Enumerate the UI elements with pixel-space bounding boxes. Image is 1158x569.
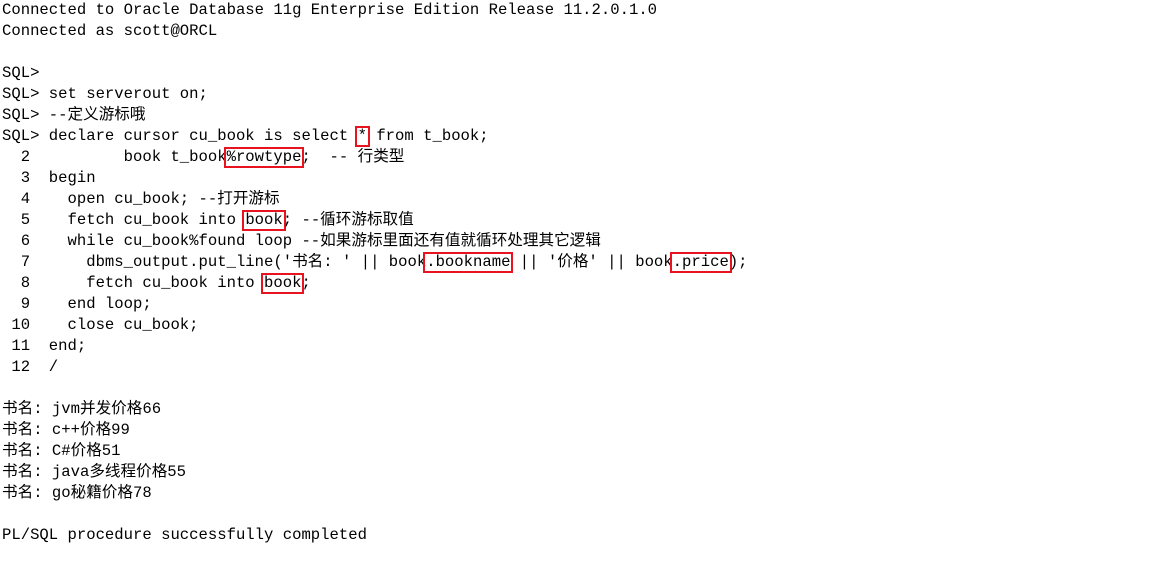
code-text: ; --循环游标取值 <box>282 211 414 229</box>
code-text: ); <box>728 253 748 271</box>
highlight-box: book <box>261 273 305 294</box>
sql-terminal-output: Connected to Oracle Database 11g Enterpr… <box>0 0 1158 569</box>
terminal-line: 5 fetch cu_book into book; --循环游标取值 <box>2 210 414 231</box>
code-text: SQL> declare cursor cu_book is select <box>2 127 358 145</box>
terminal-line: 11 end; <box>2 337 87 355</box>
output-line: 书名: C#价格51 <box>2 442 121 460</box>
terminal-line: 9 end loop; <box>2 295 152 313</box>
terminal-line: 6 while cu_book%found loop --如果游标里面还有值就循… <box>2 232 601 250</box>
highlight-box: book <box>242 210 286 231</box>
terminal-line: 2 book t_book%rowtype; -- 行类型 <box>2 147 404 168</box>
code-text: from t_book; <box>366 127 489 145</box>
terminal-line: SQL> <box>2 64 40 82</box>
completion-message: PL/SQL procedure successfully completed <box>2 526 367 544</box>
terminal-line: SQL> --定义游标哦 <box>2 106 146 124</box>
highlight-box: %rowtype <box>223 147 305 168</box>
code-text: ; <box>301 274 311 292</box>
terminal-line: SQL> declare cursor cu_book is select * … <box>2 126 489 147</box>
terminal-line: Connected to Oracle Database 11g Enterpr… <box>2 1 658 19</box>
code-text: 8 fetch cu_book into <box>2 274 265 292</box>
terminal-line: Connected as scott@ORCL <box>2 22 218 40</box>
code-text: ; -- 行类型 <box>301 148 405 166</box>
terminal-line: 10 close cu_book; <box>2 316 199 334</box>
output-line: 书名: c++价格99 <box>2 421 130 439</box>
terminal-line: 7 dbms_output.put_line('书名: ' || book.bo… <box>2 252 748 273</box>
output-line: 书名: jvm并发价格66 <box>2 400 162 418</box>
terminal-line: 4 open cu_book; --打开游标 <box>2 190 280 208</box>
highlight-box: .bookname <box>423 252 514 273</box>
terminal-line: 8 fetch cu_book into book; <box>2 273 311 294</box>
output-line: 书名: java多线程价格55 <box>2 463 187 481</box>
highlight-box: .price <box>669 252 732 273</box>
output-line: 书名: go秘籍价格78 <box>2 484 152 502</box>
terminal-line: 3 begin <box>2 169 96 187</box>
code-text: 5 fetch cu_book into <box>2 211 246 229</box>
code-text: 7 dbms_output.put_line('书名: ' || book <box>2 253 427 271</box>
terminal-line: 12 / <box>2 358 59 376</box>
code-text: 2 book t_book <box>2 148 227 166</box>
code-text: || '价格' || book <box>510 253 673 271</box>
terminal-line: SQL> set serverout on; <box>2 85 208 103</box>
